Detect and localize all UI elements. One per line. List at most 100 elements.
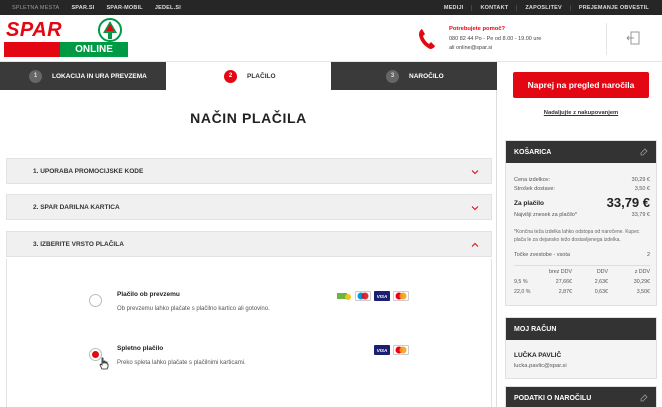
cart-row-items: Cena izdelkov: 30,29 € [514,177,650,183]
loyalty-points-row: Točke zvestobe - vsota 2 [514,252,650,258]
row-value: 33,79 € [631,212,650,218]
mastercard-icon [393,291,409,301]
order-details-title: PODATKI O NAROČILU [514,394,592,402]
site-link-jedel[interactable]: JEDEL.SI [155,5,181,11]
accordion-label: 2. SPAR DARILNA KARTICA [33,203,120,211]
link-obvestila[interactable]: PREJEMANJE OBVESTIL [569,4,657,11]
option-online-payment[interactable]: Spletno plačilo Preko spleta lahko plača… [89,345,409,375]
cart-row-max: Najvišji znesek za plačilo* 33,79 € [514,212,650,218]
vat-gross: 30,29€ [633,279,650,285]
site-link-spar[interactable]: SPAR.SI [71,5,94,11]
vat-col-header: DDV [596,269,608,275]
step-number: 2 [224,69,237,83]
step-payment[interactable]: 2 PLAČILO [166,62,331,90]
spar-tree-icon [92,18,128,42]
card-logos: VISA [336,291,409,301]
continue-shopping-link[interactable]: Nadaljujte z nakupovanjem [505,110,657,116]
row-label: Točke zvestobe - vsota [514,252,570,258]
divider [514,265,650,266]
vat-gross: 3,50€ [636,289,650,295]
option-pay-on-pickup[interactable]: Plačilo ob prevzemu Ob prevzemu lahko pl… [89,291,409,321]
link-kontakt[interactable]: KONTAKT [471,4,516,11]
total-value: 33,79 € [606,195,650,210]
visa-icon: VISA [374,291,390,301]
checkout-steps: 1 LOKACIJA IN URA PREVZEMA 2 PLAČILO 3 N… [0,62,497,90]
continue-to-review-button[interactable]: Naprej na pregled naročila [513,72,649,98]
step-label: NAROČILO [409,72,444,80]
row-label: Najvišji znesek za plačilo* [514,212,577,218]
row-value: 30,29 € [631,177,650,183]
option-name: Spletno plačilo [117,345,164,352]
help-title: Potrebujete pomoč? [449,26,506,32]
header-divider [606,23,607,55]
accordion-gift-card[interactable]: 2. SPAR DARILNA KARTICA [6,194,492,220]
option-name: Plačilo ob prevzemu [117,291,180,298]
edit-icon[interactable] [640,148,648,156]
maestro-icon [355,291,371,301]
row-label: Strošek dostave: [514,186,555,192]
accordion-promo-code[interactable]: 1. UPORABA PROMOCIJSKE KODE [6,158,492,184]
page-title: NAČIN PLAČILA [190,110,307,126]
row-label: Cena izdelkov: [514,177,551,183]
step-location[interactable]: 1 LOKACIJA IN URA PREVZEMA [0,62,166,90]
vat-net: 2,87€ [558,289,572,295]
step-number: 3 [386,69,399,83]
chevron-down-icon [471,206,479,211]
sites-label: SPLETNA MESTA [12,4,60,11]
chevron-up-icon [471,242,479,247]
weight-note: *Končna teža izdelka lahko odstopa od na… [514,229,640,243]
vat-col-header: z DDV [634,269,650,275]
mastercard-icon [393,345,409,355]
spar-online-logo[interactable]: SPAR ONLINE [4,18,128,59]
help-hours: 080 82 44 Po - Pe od 8.00 - 19.00 ure [449,36,542,42]
account-header: MOJ RAČUN [506,318,656,340]
step-order[interactable]: 3 NAROČILO [331,62,497,90]
accordion-label: 1. UPORABA PROMOCIJSKE KODE [33,167,144,175]
payment-options-panel: Plačilo ob prevzemu Ob prevzemu lahko pl… [6,259,492,407]
hand-cursor-icon [99,357,109,370]
vat-tax: 2,63€ [594,279,608,285]
cart-title: KOŠARICA [514,148,552,156]
order-details-box: PODATKI O NAROČILU [505,386,657,407]
row-value: 2 [646,252,650,258]
vat-tax: 0,63€ [594,289,608,295]
cart-row-total: Za plačilo 33,79 € [514,195,650,210]
accordion-label: 3. IZBERITE VRSTO PLAČILA [33,240,124,248]
edit-icon[interactable] [640,394,648,402]
option-description: Ob prevzemu lahko plačate s plačilno kar… [117,306,270,312]
top-bar-links: MEDIJI KONTAKT ZAPOSLITEV PREJEMANJE OBV… [436,0,657,15]
logo-spar-text: SPAR [4,18,92,42]
payment-main: NAČIN PLAČILA 1. UPORABA PROMOCIJSKE KOD… [0,90,497,407]
card-logos: VISA [374,345,409,355]
site-header: SPAR ONLINE Potrebujete pomoč? 080 82 44… [0,15,662,62]
account-title: MOJ RAČUN [514,325,557,333]
vat-col-header: brez DDV [549,269,572,275]
account-name: LUČKA PAVLIČ [514,352,562,359]
order-details-header[interactable]: PODATKI O NAROČILU [506,387,656,407]
logo-online-text: ONLINE [60,42,128,57]
vat-net: 27,66€ [555,279,572,285]
cart-row-delivery: Strošek dostave: 3,50 € [514,186,650,192]
total-label: Za plačilo [514,200,544,207]
link-zaposlitev[interactable]: ZAPOSLITEV [516,4,570,11]
chevron-down-icon [471,170,479,175]
cart-header: KOŠARICA [506,141,656,163]
logout-icon[interactable] [626,31,640,45]
top-bar: SPLETNA MESTA SPAR.SI SPAR-MOBIL JEDEL.S… [0,0,662,15]
step-number: 1 [29,69,42,83]
cash-icon [336,291,352,301]
phone-icon [418,28,436,50]
accordion-payment-type[interactable]: 3. IZBERITE VRSTO PLAČILA [6,231,492,257]
logo-red-bar [4,42,60,57]
row-value: 3,50 € [634,186,650,192]
radio-pay-on-pickup[interactable] [89,294,102,307]
step-label: LOKACIJA IN URA PREVZEMA [52,72,147,80]
account-box: MOJ RAČUN LUČKA PAVLIČ lucka.pavlic@spar… [505,317,657,379]
step-label: PLAČILO [247,72,276,80]
option-description: Preko spleta lahko plačate s plačilnimi … [117,360,246,366]
link-mediji[interactable]: MEDIJI [436,5,472,11]
site-link-spar-mobil[interactable]: SPAR-MOBIL [106,5,142,11]
top-bar-sites: SPLETNA MESTA SPAR.SI SPAR-MOBIL JEDEL.S… [12,0,193,15]
help-email[interactable]: ali online@spar.si [449,45,589,51]
account-email: lucka.pavlic@spar.si [514,363,567,369]
